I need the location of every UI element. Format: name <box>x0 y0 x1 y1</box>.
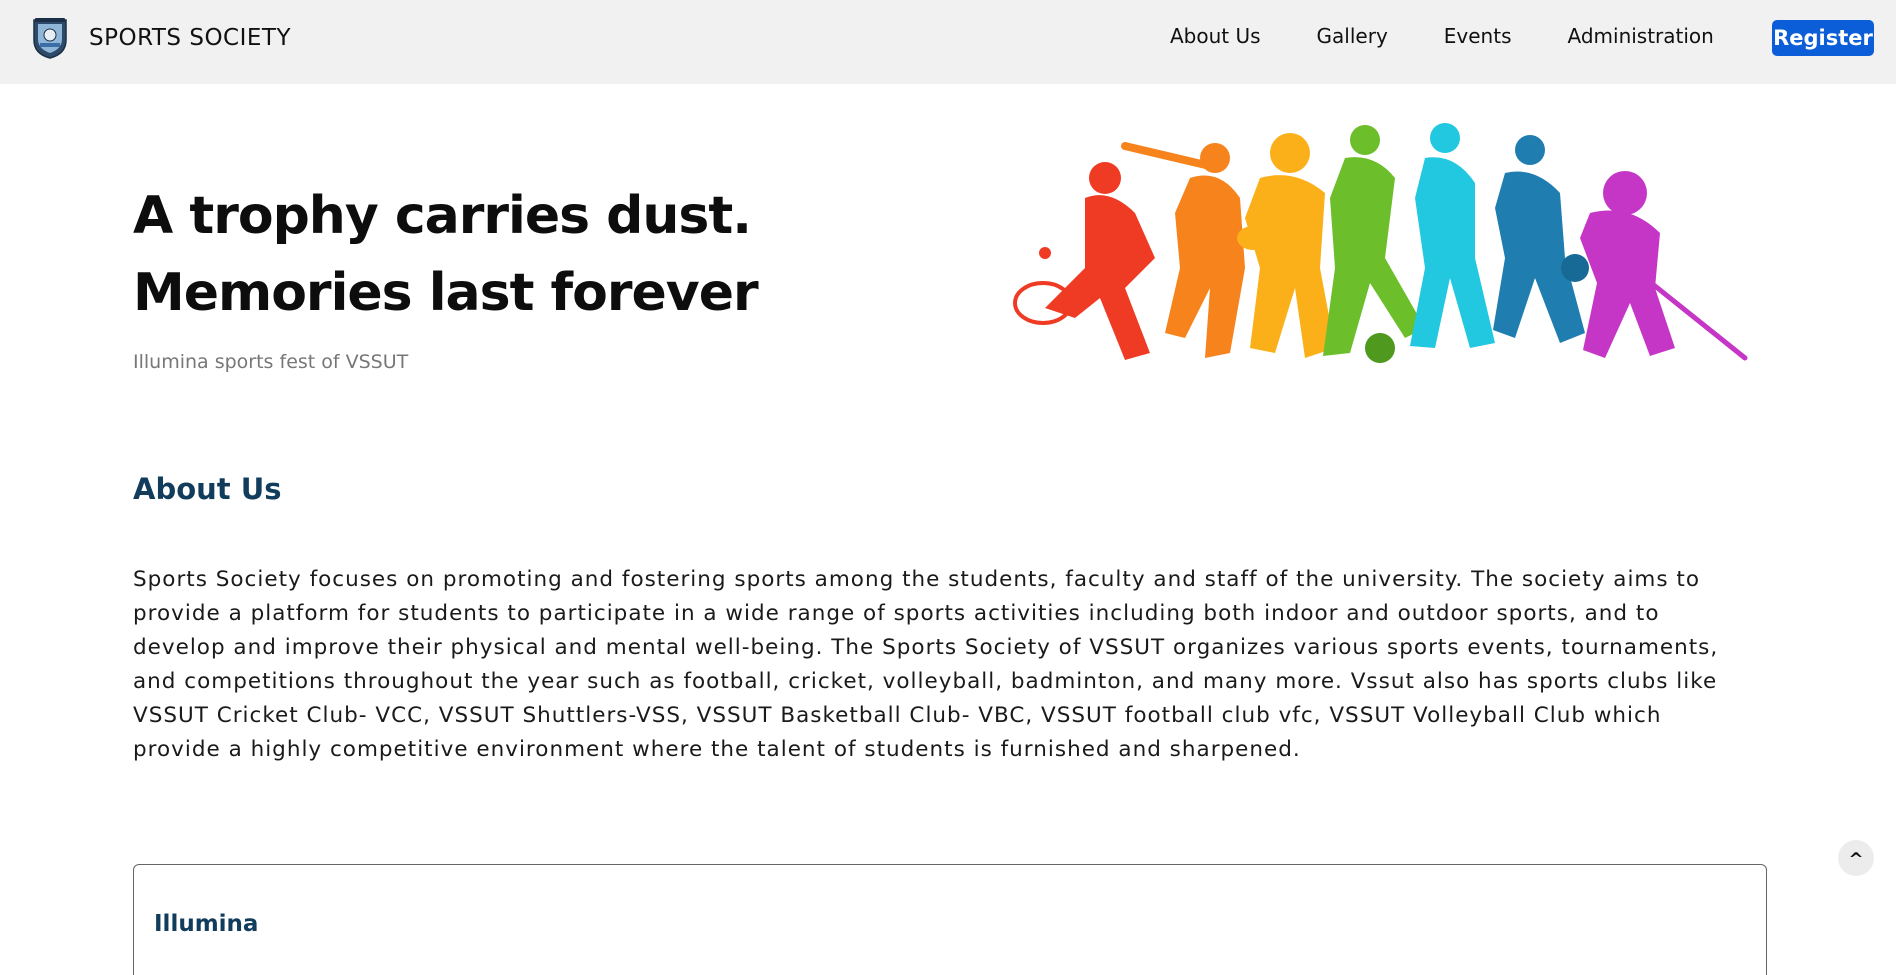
nav-link-administration[interactable]: Administration <box>1568 24 1714 48</box>
about-us-heading: About Us <box>133 472 282 506</box>
basketball-player-figure <box>1493 135 1589 343</box>
about-us-description: Sports Society focuses on promoting and … <box>133 567 1719 762</box>
top-navbar: SPORTS SOCIETY About Us Gallery Events A… <box>0 0 1896 84</box>
scroll-to-top-button[interactable]: ^ <box>1838 840 1874 876</box>
brand[interactable]: SPORTS SOCIETY <box>31 16 291 60</box>
hero-title-line-1: A trophy carries dust. <box>133 186 752 246</box>
athletes-silhouette-illustration <box>1013 123 1748 363</box>
american-football-player-figure <box>1237 133 1335 358</box>
illumina-card-title: Illumina <box>154 911 259 937</box>
nav-link-gallery[interactable]: Gallery <box>1317 24 1388 48</box>
illumina-card: Illumina <box>133 864 1767 975</box>
brand-name: SPORTS SOCIETY <box>89 25 292 51</box>
hero-title: A trophy carries dust. Memories last for… <box>133 178 773 332</box>
soccer-player-figure <box>1323 125 1425 363</box>
nav-link-about-us[interactable]: About Us <box>1170 24 1261 48</box>
tennis-player-figure <box>1013 162 1155 360</box>
runner-figure <box>1410 123 1495 348</box>
society-logo-icon <box>33 18 67 59</box>
nav-link-events[interactable]: Events <box>1444 24 1512 48</box>
hero-subtitle: Illumina sports fest of VSSUT <box>133 351 409 373</box>
hockey-player-figure <box>1580 171 1748 361</box>
register-button[interactable]: Register <box>1772 20 1874 56</box>
hero-title-line-2: Memories last forever <box>133 263 759 323</box>
nav-links: About Us Gallery Events Administration <box>1170 24 1770 48</box>
